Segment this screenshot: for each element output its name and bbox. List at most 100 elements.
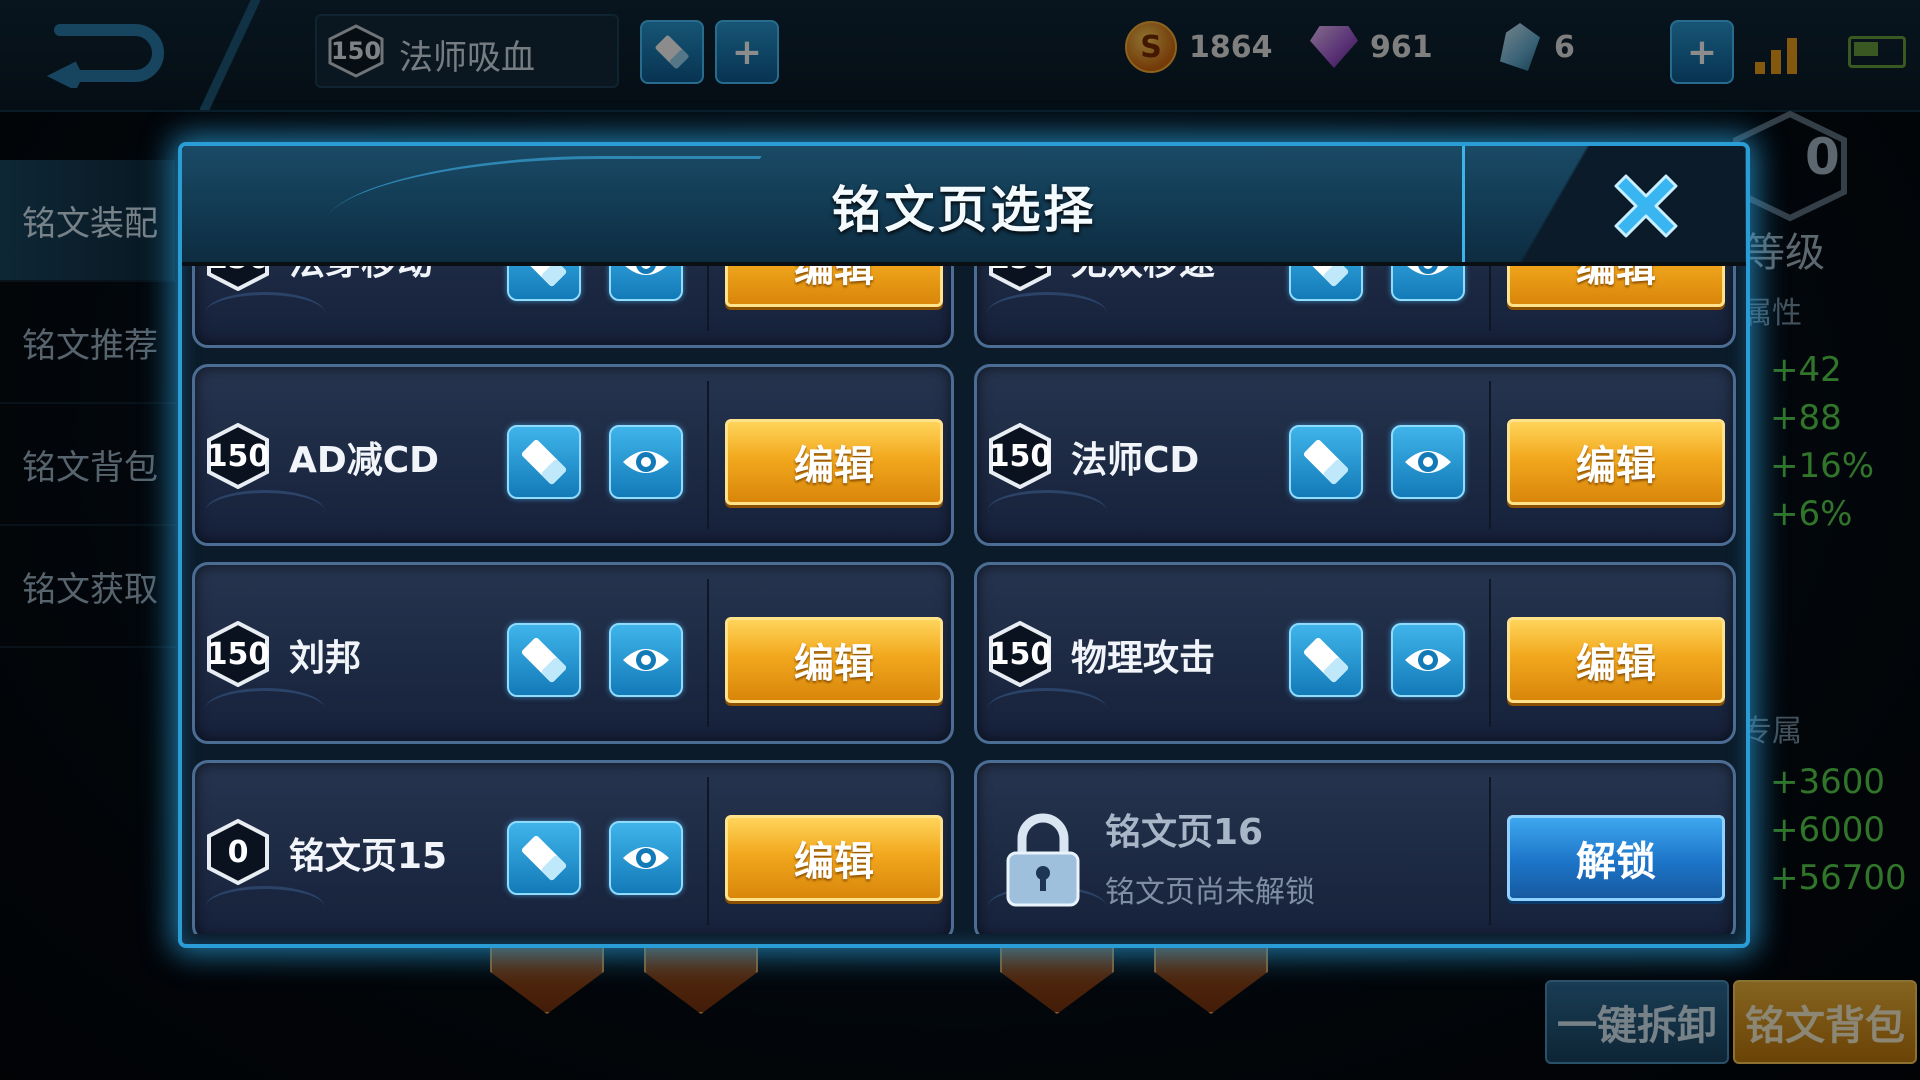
card-divider — [707, 381, 709, 529]
preview-button[interactable] — [1391, 623, 1465, 697]
nav-item-label: 铭文推荐 — [22, 325, 158, 366]
card-divider — [1489, 579, 1491, 727]
card-decoration — [205, 688, 325, 731]
eraser-icon — [521, 637, 567, 683]
eye-icon — [625, 266, 667, 275]
rename-page-button[interactable] — [640, 20, 704, 84]
eye-icon — [1405, 451, 1451, 473]
back-arrow-icon — [46, 24, 164, 91]
edit-button[interactable]: 编辑 — [1507, 617, 1725, 703]
unlock-button[interactable]: 解锁 — [1507, 815, 1725, 901]
card-divider — [707, 266, 709, 331]
page-name: 法师CD — [1071, 440, 1200, 481]
page-level: 150 — [988, 438, 1052, 474]
rename-button[interactable] — [1289, 266, 1363, 301]
card-decoration — [205, 490, 325, 533]
page-name: 铭文页15 — [289, 836, 448, 877]
eye-icon — [623, 451, 669, 473]
rename-button[interactable] — [1289, 623, 1363, 697]
page-level: 0 — [227, 834, 249, 870]
attr-value: +88 — [1770, 398, 1842, 438]
level-hex-icon: 150 — [327, 24, 385, 78]
dismantle-all-button[interactable]: 一键拆卸 — [1545, 980, 1729, 1064]
rune-page-card[interactable]: 150 无双移速 编辑 — [974, 266, 1736, 348]
exclusive-value: +3600 — [1770, 762, 1886, 802]
page-level-hex: 150 — [205, 621, 271, 687]
nav-item-label: 铭文装配 — [22, 203, 158, 244]
nav-item-label: 铭文背包 — [22, 447, 158, 488]
edit-button[interactable]: 编辑 — [1507, 419, 1725, 505]
diamond-amount: 961 — [1370, 29, 1433, 65]
page-name: 刘邦 — [289, 638, 362, 679]
nav-item-rune-recommend[interactable]: 铭文推荐 — [0, 282, 175, 404]
nav-item-rune-obtain[interactable]: 铭文获取 — [0, 526, 175, 648]
page-name: AD减CD — [289, 440, 440, 481]
edit-button[interactable]: 编辑 — [725, 266, 943, 307]
edit-button[interactable]: 编辑 — [725, 815, 943, 901]
preview-button[interactable] — [1391, 266, 1465, 301]
card-divider — [1489, 777, 1491, 925]
eraser-icon — [1303, 266, 1349, 287]
rename-button[interactable] — [507, 821, 581, 895]
rune-page-card[interactable]: 150 AD减CD 编辑 — [192, 364, 954, 546]
rune-page-select-dialog: 铭文页选择 150 法穿移动 编辑 — [178, 142, 1750, 948]
preview-button[interactable] — [609, 821, 683, 895]
attr-value: +16% — [1770, 446, 1875, 486]
preview-button[interactable] — [609, 425, 683, 499]
battery-icon — [1848, 36, 1906, 68]
eraser-icon — [521, 835, 567, 881]
card-divider — [707, 579, 709, 727]
add-page-button[interactable]: + — [715, 20, 779, 84]
diamond-icon — [1310, 26, 1358, 68]
eye-icon — [623, 847, 669, 869]
signal-icon — [1755, 30, 1805, 74]
rune-page-card[interactable]: 0 铭文页15 编辑 — [192, 760, 954, 934]
rename-button[interactable] — [1289, 425, 1363, 499]
close-button[interactable] — [1602, 162, 1690, 250]
level-label: 等级 — [1745, 230, 1825, 276]
shard-amount: 6 — [1554, 29, 1575, 65]
preview-button[interactable] — [609, 266, 683, 301]
page-level-hex: 150 — [987, 423, 1053, 489]
attr-header: 属性 — [1742, 296, 1802, 331]
exclusive-value: +56700 — [1770, 858, 1907, 898]
current-page-level: 150 — [330, 37, 382, 65]
nav-item-rune-bag[interactable]: 铭文背包 — [0, 404, 175, 526]
rune-bag-button[interactable]: 铭文背包 — [1733, 980, 1917, 1064]
eye-icon — [1407, 266, 1449, 275]
page-level: 150 — [988, 636, 1052, 672]
attr-value: +6% — [1770, 494, 1853, 534]
rune-page-card[interactable]: 150 法穿移动 编辑 — [192, 266, 954, 348]
close-icon — [1614, 174, 1678, 238]
card-decoration — [205, 886, 325, 929]
card-decoration — [987, 292, 1107, 335]
locked-rune-page-card[interactable]: 铭文页16 铭文页尚未解锁 解锁 — [974, 760, 1736, 934]
rename-button[interactable] — [507, 425, 581, 499]
preview-button[interactable] — [1391, 425, 1465, 499]
page-name: 无双移速 — [1071, 266, 1215, 285]
rune-stats-panel: 0 等级 属性 +42 +88 +16% +6% 专属 +3600 +6000 … — [1730, 110, 1920, 1080]
edit-button[interactable]: 编辑 — [1507, 266, 1725, 307]
left-nav: 铭文装配 铭文推荐 铭文背包 铭文获取 — [0, 160, 175, 1080]
card-decoration — [987, 688, 1107, 731]
edit-button[interactable]: 编辑 — [725, 419, 943, 505]
exclusive-value: +6000 — [1770, 810, 1886, 850]
rune-page-card[interactable]: 150 法师CD 编辑 — [974, 364, 1736, 546]
current-rune-page[interactable]: 150 法师吸血 — [315, 14, 619, 88]
plus-icon: + — [731, 31, 763, 73]
gold-amount: 1864 — [1189, 29, 1273, 65]
rune-page-card[interactable]: 150 物理攻击 编辑 — [974, 562, 1736, 744]
nav-item-rune-equip[interactable]: 铭文装配 — [0, 160, 175, 282]
card-divider — [707, 777, 709, 925]
page-level: 150 — [987, 266, 1053, 291]
level-badge-value: 0 — [1805, 128, 1840, 186]
page-level-hex: 0 — [205, 819, 271, 885]
preview-button[interactable] — [609, 623, 683, 697]
topup-button[interactable]: + — [1670, 20, 1734, 84]
edit-button[interactable]: 编辑 — [725, 617, 943, 703]
rune-page-card[interactable]: 150 刘邦 编辑 — [192, 562, 954, 744]
rename-button[interactable] — [507, 266, 581, 301]
rename-button[interactable] — [507, 623, 581, 697]
back-button[interactable] — [40, 18, 170, 91]
diamond-counter: 961 — [1310, 20, 1433, 74]
